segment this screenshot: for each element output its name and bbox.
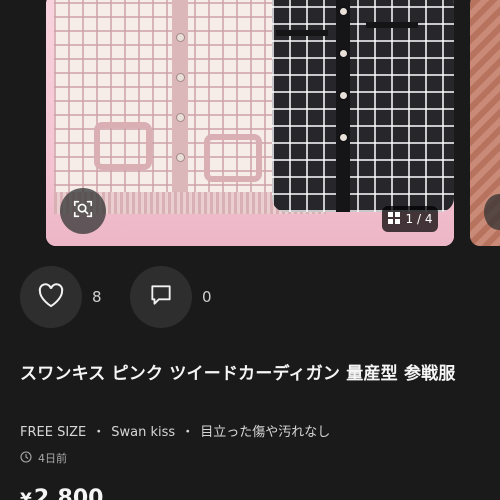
- image-carousel[interactable]: 1 / 4: [0, 0, 500, 246]
- item-attributes: FREE SIZE ・ Swan kiss ・目立った傷や汚れなし: [20, 421, 330, 440]
- comment-button[interactable]: [130, 266, 192, 328]
- cardigan-button: [177, 154, 184, 161]
- like-button[interactable]: [20, 266, 82, 328]
- posted-time-text: 4日前: [38, 452, 67, 465]
- action-bar: 8 0: [20, 266, 232, 328]
- cardigan-button: [340, 134, 347, 141]
- condition-tag: 目立った傷や汚れなし: [200, 425, 331, 440]
- comment-icon: [148, 282, 174, 312]
- like-count: 8: [92, 288, 102, 306]
- cardigan-button-band: [336, 0, 350, 212]
- item-price: ¥2,800: [20, 486, 103, 500]
- cardigan-pocket: [94, 122, 152, 170]
- image-search-button[interactable]: [60, 188, 106, 234]
- cardigan-button: [340, 92, 347, 99]
- price-currency: ¥: [20, 490, 32, 500]
- photo-counter-text: 1 / 4: [405, 212, 433, 226]
- size-tag: FREE SIZE: [20, 425, 87, 440]
- brand-tag: Swan kiss: [111, 425, 176, 440]
- heart-icon: [37, 282, 65, 312]
- tag-separator: ・: [92, 425, 106, 440]
- image-search-icon: [72, 198, 94, 224]
- item-title: スワンキス ピンク ツイードカーディガン 量産型 参戦服: [20, 364, 456, 384]
- cardigan-button: [177, 34, 184, 41]
- photo-counter: 1 / 4: [382, 206, 438, 232]
- cardigan-pocket: [204, 134, 262, 182]
- cardigan-button: [177, 74, 184, 81]
- cardigan-button: [340, 8, 347, 15]
- cardigan-pocket: [276, 30, 328, 60]
- comment-count: 0: [202, 288, 212, 306]
- clock-icon: [20, 450, 32, 466]
- price-value: 2,800: [33, 486, 104, 500]
- cardigan-button: [177, 114, 184, 121]
- tag-separator: ・: [181, 425, 195, 440]
- grid-icon: [387, 211, 400, 227]
- cardigan-pocket: [366, 22, 418, 52]
- black-tweed-cardigan: [272, 0, 454, 212]
- cardigan-button: [340, 50, 347, 57]
- cardigan-button-band: [172, 0, 188, 204]
- posted-time: 4日前: [20, 450, 67, 466]
